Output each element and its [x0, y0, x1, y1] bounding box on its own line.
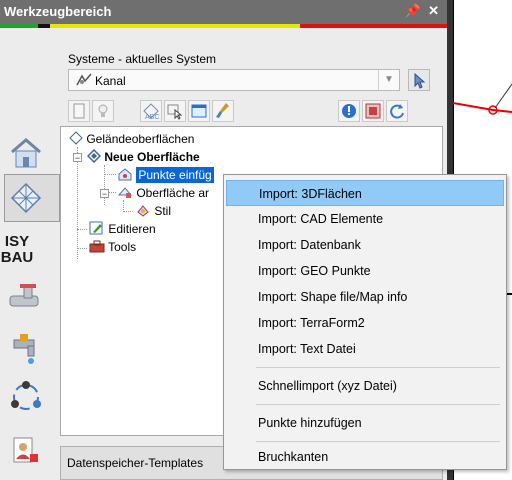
edit-pencil-icon	[89, 221, 108, 236]
isybau-logo: ISY BAU	[0, 233, 34, 266]
tree-item-style[interactable]: Stil	[135, 202, 171, 220]
new-document-icon[interactable]	[68, 100, 90, 122]
lightbulb-icon[interactable]	[92, 100, 114, 122]
user-document-icon[interactable]	[6, 432, 46, 470]
terrain-surface-icon[interactable]	[6, 180, 46, 218]
status-bar-yellow	[50, 24, 300, 28]
panel-title: Werkzeugbereich	[4, 4, 112, 19]
surface-diamond-icon	[86, 148, 104, 164]
pipe-icon	[76, 73, 92, 90]
tree-item-points[interactable]: Punkte einfüg	[117, 166, 214, 184]
menu-item-import-datenbank[interactable]: Import: Datenbank	[226, 232, 504, 258]
chevron-down-icon[interactable]: ▼	[378, 70, 399, 90]
tree-item-tools[interactable]: Tools	[89, 238, 136, 256]
water-tap-icon[interactable]	[6, 330, 46, 368]
tree-item-style-label: Stil	[154, 204, 172, 218]
system-combobox[interactable]: Kanal ▼	[68, 69, 400, 91]
tree-item-surface[interactable]: Neue Oberfläche	[86, 148, 200, 166]
panel-titlebar: Werkzeugbereich 📌 ✕	[0, 0, 447, 24]
abc-style-icon[interactable]: ABC	[140, 100, 162, 122]
grid-red-icon[interactable]	[362, 100, 384, 122]
refresh-icon[interactable]	[386, 100, 408, 122]
status-bar-gap	[38, 24, 50, 28]
status-bar-green	[0, 24, 38, 28]
toolbox-icon	[89, 240, 108, 254]
house-icon[interactable]	[6, 134, 46, 172]
menu-item-breaklines[interactable]: Bruchkanten	[226, 444, 504, 470]
tree-item-surface-label: Neue Oberfläche	[104, 150, 200, 164]
tree-item-edit[interactable]: Editieren	[89, 220, 156, 238]
status-bar-red	[300, 24, 447, 28]
tree-item-terrain[interactable]: Geländeoberflächen	[69, 130, 194, 148]
info-icon[interactable]	[338, 100, 360, 122]
menu-item-import-shape[interactable]: Import: Shape file/Map info	[226, 284, 504, 310]
select-arrow-icon[interactable]	[164, 100, 186, 122]
brush-icon[interactable]	[212, 100, 234, 122]
tree-collapse-toggle-2[interactable]: −	[100, 189, 109, 199]
svg-text:ABC: ABC	[145, 114, 159, 121]
menu-item-import-text[interactable]: Import: Text Datei	[226, 336, 504, 362]
menu-separator	[256, 367, 500, 368]
context-menu: Import: 3DFlächen Import: CAD Elemente I…	[223, 174, 507, 470]
pin-icon[interactable]: 📌	[405, 3, 421, 19]
tree-item-edit-label: Editieren	[108, 222, 156, 236]
tree-item-points-label: Punkte einfüg	[136, 167, 214, 183]
select-system-button[interactable]	[408, 69, 430, 91]
style-abc-icon	[135, 204, 154, 218]
close-icon[interactable]: ✕	[428, 3, 439, 19]
surface-edit-icon	[117, 186, 136, 200]
tree-item-surface-edit[interactable]: Oberfläche ar	[117, 184, 209, 202]
window-icon[interactable]	[188, 100, 210, 122]
menu-item-quick-import[interactable]: Schnellimport (xyz Datei)	[226, 373, 504, 399]
points-house-icon	[117, 168, 136, 182]
tree-collapse-toggle[interactable]: −	[73, 153, 82, 163]
pipe-valve-icon[interactable]	[6, 280, 46, 318]
system-combobox-value: Kanal	[95, 74, 126, 88]
system-label: Systeme - aktuelles System	[68, 52, 217, 66]
menu-separator-2	[256, 404, 500, 405]
terrain-diamond-icon	[69, 131, 86, 146]
menu-item-import-cad[interactable]: Import: CAD Elemente	[226, 206, 504, 232]
data-templates-label: Datenspeicher-Templates	[67, 456, 204, 470]
drawing-geometry	[453, 83, 512, 115]
menu-item-import-terraform[interactable]: Import: TerraForm2	[226, 310, 504, 336]
menu-item-import-geo[interactable]: Import: GEO Punkte	[226, 258, 504, 284]
tree-item-tools-label: Tools	[108, 240, 137, 254]
tree-item-surface-edit-label: Oberfläche ar	[136, 186, 210, 200]
menu-item-import-3dflaechen[interactable]: Import: 3DFlächen	[226, 180, 504, 206]
menu-separator-3	[256, 441, 500, 442]
tree-item-terrain-label: Geländeoberflächen	[86, 132, 195, 146]
menu-item-add-points[interactable]: Punkte hinzufügen	[226, 410, 504, 436]
network-cycle-icon[interactable]	[6, 378, 46, 416]
